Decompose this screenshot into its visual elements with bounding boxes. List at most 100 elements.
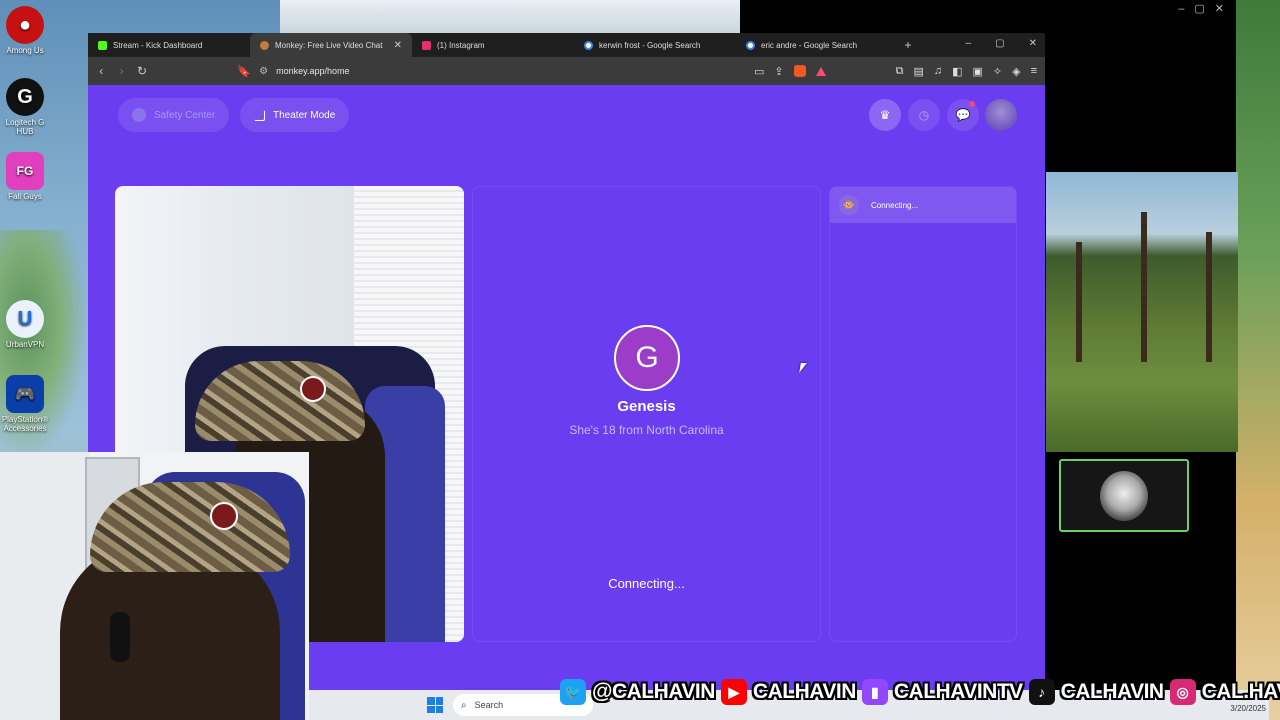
forward-icon[interactable]: ›	[116, 64, 126, 78]
tab-kerwin-frost[interactable]: kerwin frost - Google Search	[574, 33, 736, 57]
headset	[110, 612, 130, 662]
history-button[interactable]: ◷	[908, 99, 940, 131]
tiktok-icon: ♪	[1028, 679, 1055, 705]
url-field[interactable]: ⚙ monkey.app/home	[259, 66, 744, 77]
tab-kick[interactable]: Stream - Kick Dashboard	[88, 33, 250, 57]
logitech-icon: G	[6, 78, 44, 116]
tab-eric-andre[interactable]: eric andre - Google Search	[736, 33, 898, 57]
cap-logo	[300, 376, 326, 402]
notification-dot	[969, 101, 975, 107]
desktop-icon-playstation[interactable]: 🎮 PlayStation® Accessories	[0, 375, 50, 433]
camo-cap	[195, 361, 365, 441]
fall-guys-icon: FG	[6, 152, 44, 190]
desktop-wallpaper-clouds	[280, 0, 740, 34]
brave-rewards-icon[interactable]	[815, 66, 826, 76]
sidebar-icon[interactable]: ◧	[952, 65, 962, 78]
extensions-icon[interactable]: ⧉	[896, 65, 904, 78]
google-icon	[584, 40, 593, 50]
youtube-handle: CALHAVIN	[752, 680, 856, 703]
brave-shields-icon[interactable]	[793, 65, 806, 77]
desktop-icon-logitech[interactable]: G Logitech G HUB	[0, 78, 50, 136]
peer-name: Genesis	[617, 398, 676, 415]
chat-status-row: 🐵 Connecting...	[830, 187, 1016, 223]
camo-cap	[90, 482, 290, 572]
messages-button[interactable]: 💬	[947, 99, 979, 131]
cast-icon[interactable]: ▭	[754, 65, 764, 78]
peer-info: She's 18 from North Carolina	[569, 423, 724, 437]
connecting-status: Connecting...	[608, 576, 685, 591]
instagram-icon	[422, 40, 431, 50]
desktop-icon-urbanvpn[interactable]: U UrbanVPN	[0, 300, 50, 349]
twitter-icon: 🐦	[560, 679, 586, 705]
tab-instagram[interactable]: (1) Instagram	[412, 33, 574, 57]
chat-status-text: Connecting...	[871, 200, 919, 210]
leo-icon[interactable]: ✧	[993, 65, 1002, 78]
crown-button[interactable]: ♛	[869, 99, 901, 131]
tree-trunk	[1076, 242, 1082, 362]
streamer-webcam	[0, 452, 309, 720]
facecam-mini	[1059, 459, 1189, 532]
reload-icon[interactable]: ↻	[137, 64, 147, 78]
desktop-icon-label: Logitech G HUB	[5, 118, 45, 136]
instagram-icon: ◎	[1169, 679, 1196, 705]
peer-panel: G Genesis She's 18 from North Carolina C…	[472, 186, 821, 642]
menu-icon[interactable]: ≡	[1031, 65, 1037, 77]
toolbar-icons: ▭ ⇪ ⧉ ▤ ♫ ◧ ▣ ✧ ◈ ≡	[754, 65, 1037, 78]
desktop-icon-label: UrbanVPN	[5, 340, 45, 349]
social-banner: 🐦 @CALHAVIN ▶ CALHAVIN ▮ CALHAVINTV ♪ CA…	[560, 676, 1280, 708]
taskbar-search-label: Search	[474, 700, 504, 710]
peer-avatar: G	[614, 325, 680, 391]
site-settings-icon[interactable]: ⚙	[259, 66, 268, 77]
twitter-handle: @CALHAVIN	[592, 680, 715, 703]
reader-icon[interactable]: ▤	[913, 65, 923, 78]
share-icon[interactable]: ⇪	[774, 65, 783, 78]
desktop-icon-label: Among Us	[6, 46, 44, 55]
tab-monkey[interactable]: Monkey: Free Live Video Chat ✕	[250, 33, 412, 57]
cap-logo	[210, 502, 238, 530]
monkey-icon: 🐵	[839, 195, 859, 215]
vpn-icon[interactable]: ◈	[1012, 65, 1020, 78]
close-tab-icon[interactable]: ✕	[394, 40, 402, 51]
media-icon[interactable]: ♫	[934, 65, 942, 77]
desktop-icon-label: Fall Guys	[8, 192, 42, 201]
tab-label: (1) Instagram	[437, 40, 485, 50]
urbanvpn-icon: U	[6, 300, 44, 338]
twitch-handle: CALHAVINTV	[893, 680, 1023, 703]
desktop-icon-among-us[interactable]: ● Among Us	[0, 6, 50, 55]
youtube-icon: ▶	[720, 679, 747, 705]
desktop-icon-label: PlayStation® Accessories	[1, 415, 49, 433]
profile-avatar[interactable]	[985, 99, 1017, 131]
back-icon[interactable]: ‹	[96, 64, 106, 78]
chat-icon: 💬	[955, 108, 971, 122]
tab-label: Stream - Kick Dashboard	[113, 40, 203, 50]
chat-panel: 🐵 Connecting...	[829, 186, 1017, 642]
tab-label: Monkey: Free Live Video Chat	[275, 40, 383, 50]
windows-start-icon[interactable]	[427, 697, 443, 713]
bookmark-icon[interactable]: 🔖	[237, 65, 251, 78]
close-icon[interactable]: ✕	[1029, 38, 1037, 49]
minimize-icon[interactable]: –	[966, 38, 972, 49]
game-capture	[1046, 172, 1238, 452]
theater-mode-button[interactable]: Theater Mode	[240, 98, 350, 132]
desktop-icon-fall-guys[interactable]: FG Fall Guys	[0, 152, 50, 201]
theater-mode-label: Theater Mode	[273, 109, 336, 121]
twitch-icon: ▮	[861, 679, 888, 705]
tiktok-handle: CALHAVIN	[1060, 680, 1164, 703]
tree-trunk	[1206, 232, 1212, 362]
facecam-mini-face	[1100, 470, 1148, 521]
tree-trunk	[1141, 212, 1147, 362]
url-text: monkey.app/home	[276, 66, 350, 76]
wallet-icon[interactable]: ▣	[973, 65, 983, 78]
expand-icon	[254, 109, 265, 121]
new-tab-button[interactable]: +	[898, 38, 918, 52]
window-controls[interactable]: –▢✕	[1178, 2, 1234, 15]
maximize-icon[interactable]: ▢	[995, 38, 1004, 49]
desktop-wallpaper-beach	[1236, 0, 1280, 720]
kick-icon	[98, 40, 107, 50]
browser-window-controls: – ▢ ✕	[966, 38, 1037, 49]
safety-center-label: Safety Center	[154, 109, 216, 121]
search-icon: ⌕	[461, 699, 467, 711]
safety-center-button[interactable]: Safety Center	[118, 98, 230, 132]
monkey-icon	[260, 40, 269, 50]
tab-bar: Stream - Kick Dashboard Monkey: Free Liv…	[88, 33, 1045, 57]
